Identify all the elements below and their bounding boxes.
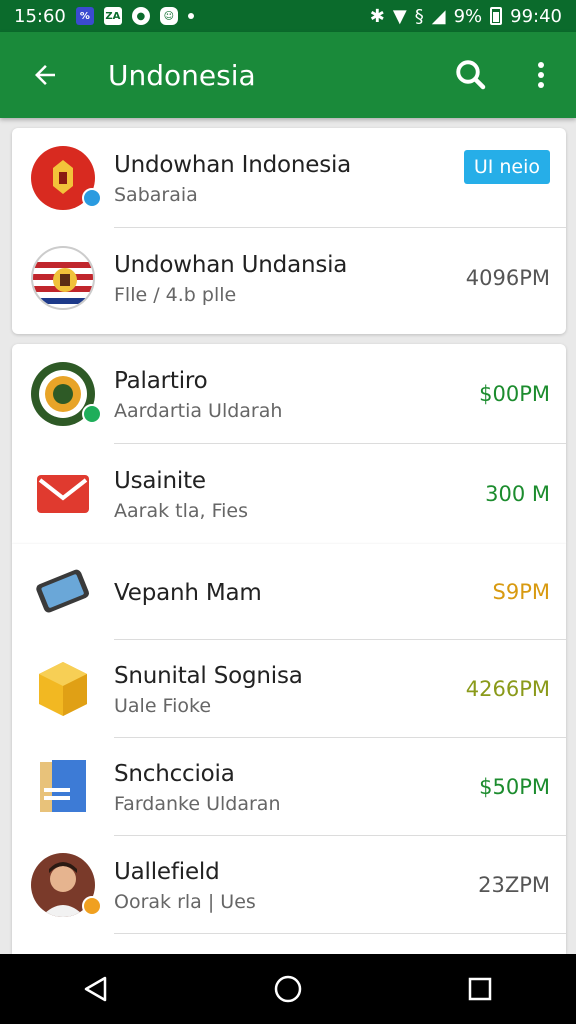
square-recents-icon (468, 977, 492, 1001)
notification-dot-icon (187, 13, 194, 19)
card-list: Vepanh Mam S9PM Snunital Sognisa Uale Fi… (12, 544, 566, 954)
list-item[interactable]: Vepanh Mam S9PM (12, 544, 566, 640)
mail-icon (37, 475, 89, 513)
list-item[interactable]: Snunital Sognisa Uale Fioke 4266PM (12, 640, 566, 738)
search-button[interactable] (436, 32, 506, 118)
item-subtitle: Fardanke Uldaran (114, 793, 281, 815)
card-primary: Undowhan Indonesia Sabaraia UI neio Undo… (12, 128, 566, 334)
item-time: 4096PM (465, 266, 550, 290)
list-item[interactable]: Undowhan Undansia Flle / 4.b plle 4096PM (12, 228, 566, 328)
list-item[interactable]: Uallefield Oorak rla | Ues 23ZPM (12, 836, 566, 934)
item-subtitle: Aardartia Uldarah (114, 400, 283, 422)
item-time: 300 M (485, 482, 550, 506)
list-item[interactable]: Usainite Aarak tla, Fies 300 M (12, 444, 566, 544)
box-icon (39, 662, 87, 716)
item-subtitle: Uale Fioke (114, 695, 212, 717)
page-title: Undonesia (108, 58, 256, 92)
arrow-left-icon (35, 65, 55, 85)
item-time: $50PM (479, 775, 550, 799)
item-time: 23ZPM (478, 873, 550, 897)
battery-percent: 9% (453, 5, 483, 27)
back-button[interactable] (0, 32, 90, 118)
item-subtitle: Oorak rla | Ues (114, 891, 256, 913)
check-badge-icon (82, 404, 102, 424)
status-clock-right: 99:40 (510, 5, 562, 27)
item-title: Usainite (114, 468, 206, 494)
flag-emblem-avatar (31, 246, 95, 310)
nav-back-button[interactable] (56, 954, 136, 1024)
list-item[interactable]: Palartiro Aardartia Uldarah $00PM (12, 344, 566, 444)
search-icon (456, 60, 486, 90)
item-subtitle: Sabaraia (114, 184, 198, 206)
item-title: Undowhan Undansia (114, 252, 348, 278)
notification-icon-percent: % (75, 7, 94, 25)
item-title: Palartiro (114, 368, 208, 394)
app-bar: Undonesia (0, 32, 576, 118)
nav-home-button[interactable] (248, 954, 328, 1024)
system-nav-bar (0, 954, 576, 1024)
mute-icon: § (414, 5, 424, 27)
item-title: Undowhan Indonesia (114, 152, 352, 178)
notification-icon-za: ZA (103, 7, 122, 25)
status-time: 15:60 (14, 5, 66, 27)
item-title: Uallefield (114, 859, 220, 885)
more-vert-icon (538, 62, 544, 88)
notification-robot-icon: ☺ (159, 7, 178, 25)
item-title: Snunital Sognisa (114, 663, 303, 689)
item-time: $00PM (479, 382, 550, 406)
nav-recents-button[interactable] (440, 954, 520, 1024)
list-item[interactable]: Undowhan Indonesia Sabaraia UI neio (12, 128, 566, 228)
bluetooth-icon: ✱ (369, 5, 385, 27)
item-time: 4266PM (465, 677, 550, 701)
status-badge-icon (82, 896, 102, 916)
item-subtitle: Aarak tla, Fies (114, 500, 249, 522)
item-title: Snchccioia (114, 761, 235, 787)
overflow-menu-button[interactable] (506, 32, 576, 118)
item-time: S9PM (492, 580, 550, 604)
action-badge-button[interactable]: UI neio (463, 150, 550, 184)
status-bar: 15:60 % ZA ● ☺ ✱ ▼ § ◢ 9% 99:40 (0, 0, 576, 32)
notification-circle-icon: ● (131, 7, 150, 25)
item-subtitle: Flle / 4.b plle (114, 284, 237, 306)
battery-icon (490, 7, 503, 25)
document-icon (40, 760, 86, 812)
signal-icon: ◢ (431, 5, 446, 27)
card-secondary: Palartiro Aardartia Uldarah $00PM Usaini… (12, 344, 566, 544)
triangle-back-icon (84, 976, 107, 1002)
list-item[interactable]: Snchccioia Fardanke Uldaran $50PM (12, 738, 566, 836)
verified-badge-icon (82, 188, 102, 208)
smartphone-icon (36, 569, 89, 613)
item-title: Vepanh Mam (114, 580, 262, 606)
circle-home-icon (274, 975, 302, 1003)
wifi-icon: ▼ (392, 5, 407, 27)
